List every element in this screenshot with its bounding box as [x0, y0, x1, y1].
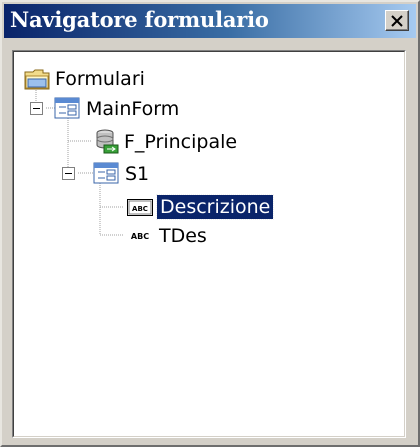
tree-node-formulari[interactable]: Formulari	[55, 67, 145, 91]
label-icon: ABC	[131, 232, 149, 241]
form-icon	[93, 162, 119, 184]
form-tree[interactable]: Formulari MainForm F_Principale S1 ABC D…	[13, 51, 405, 437]
collapse-icon[interactable]	[62, 167, 75, 180]
tree-node-s1[interactable]: S1	[125, 162, 149, 186]
folder-icon	[24, 69, 50, 90]
close-button[interactable]	[385, 10, 409, 31]
form-icon	[54, 97, 80, 119]
text-field-icon: ABC	[127, 199, 153, 216]
tree-node-tdes[interactable]: TDes	[159, 224, 207, 248]
window-title: Navigatore formulario	[10, 7, 269, 32]
database-icon	[96, 129, 119, 154]
title-bar[interactable]: Navigatore formulario	[4, 4, 416, 38]
collapse-icon[interactable]	[30, 102, 43, 115]
svg-text:ABC: ABC	[131, 232, 149, 241]
tree-node-descrizione[interactable]: Descrizione	[155, 194, 275, 220]
svg-text:ABC: ABC	[132, 205, 148, 213]
tree-panel-frame: Formulari MainForm F_Principale S1 ABC D…	[12, 50, 406, 438]
tree-node-mainform[interactable]: MainForm	[86, 97, 179, 121]
form-navigator-window: Navigatore formulario Formulari MainForm…	[0, 0, 420, 447]
tree-node-f-principale[interactable]: F_Principale	[124, 130, 237, 154]
close-icon	[391, 14, 403, 27]
